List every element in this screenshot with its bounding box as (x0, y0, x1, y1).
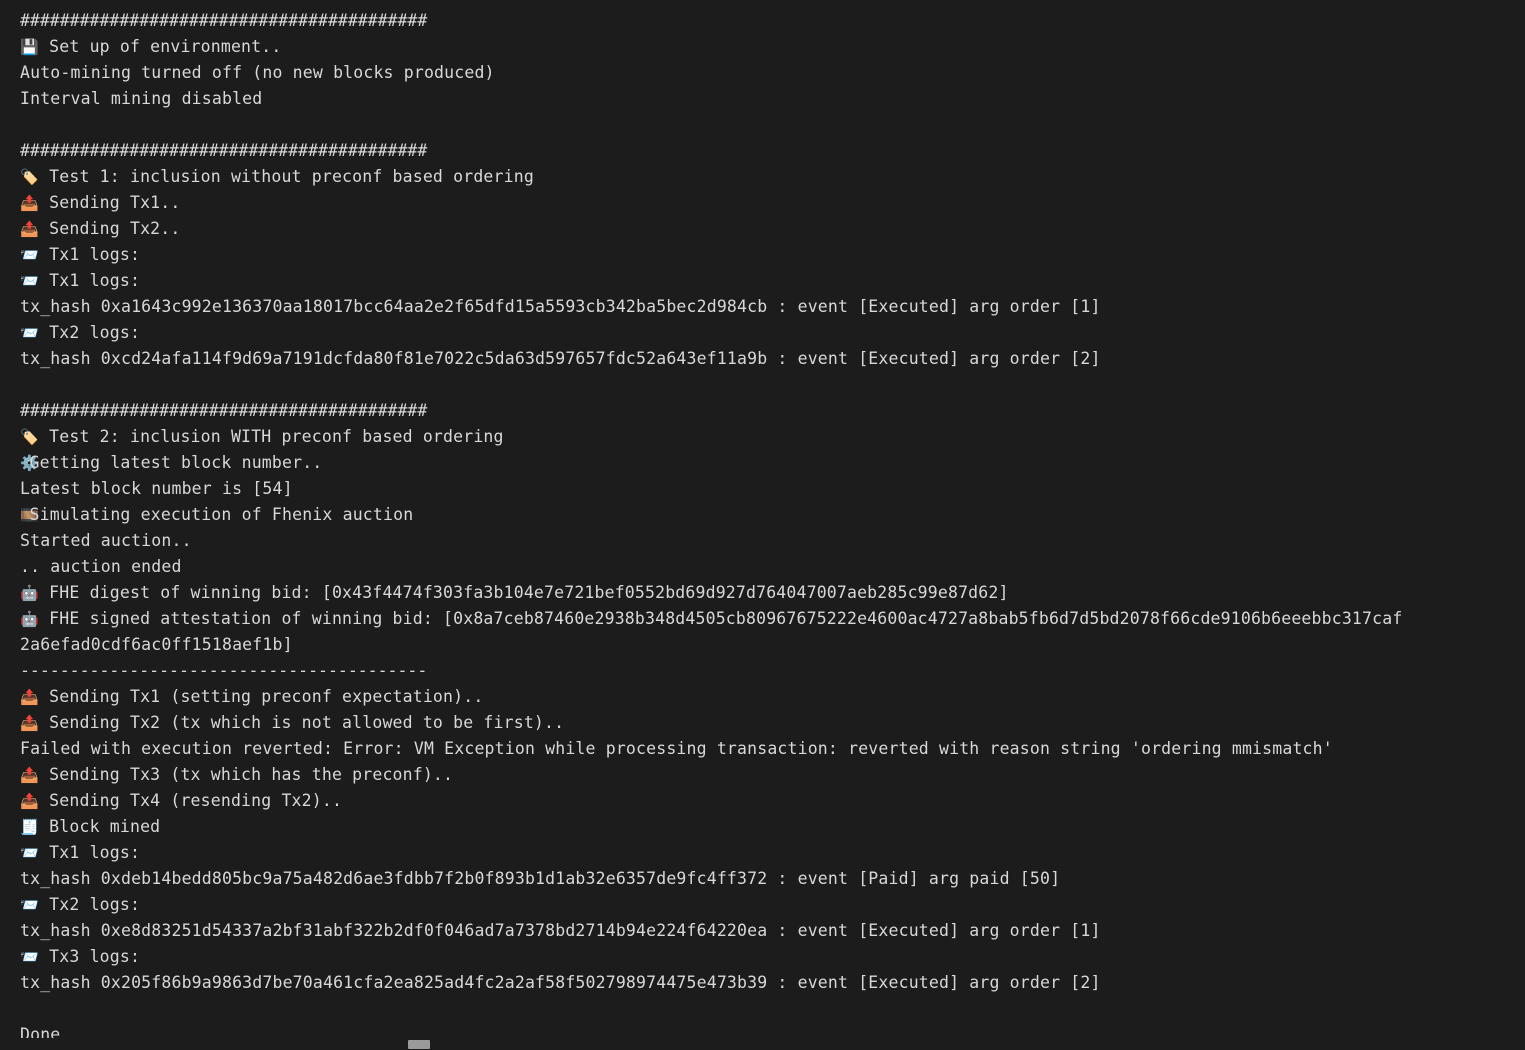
terminal-lines: ########################################… (0, 8, 1525, 1048)
tx-hash-log-line: tx_hash 0xe8d83251d54337a2bf31abf322b2df… (0, 918, 1525, 944)
error-line: Failed with execution reverted: Error: V… (0, 736, 1525, 762)
terminal-line-text: FHE digest of winning bid: [0x43f4474f30… (39, 583, 1009, 602)
terminal-line-text: Tx2 logs: (39, 323, 141, 342)
outbox-tray-icon: 📤 (20, 220, 39, 238)
terminal-line-text: Latest block number is [54] (20, 479, 293, 498)
terminal-line-text: ----------------------------------------… (20, 661, 428, 680)
terminal-line-text: ########################################… (20, 11, 428, 30)
terminal-line-text: ########################################… (20, 141, 428, 160)
terminal-line-text: Sending Tx2.. (39, 219, 181, 238)
section-divider-hashes: ########################################… (0, 398, 1525, 424)
terminal-line: Started auction.. (0, 528, 1525, 554)
terminal-line: ⚙️Getting latest block number.. (0, 450, 1525, 476)
terminal-line-text: .. auction ended (20, 557, 182, 576)
terminal-line: 📤 Sending Tx3 (tx which has the preconf)… (0, 762, 1525, 788)
label-tag-icon: 🏷️ (20, 428, 39, 446)
terminal-line-text: Simulating execution of Fhenix auction (29, 505, 414, 524)
terminal-line: 🏷️ Test 1: inclusion without preconf bas… (0, 164, 1525, 190)
incoming-envelope-icon: 📨 (20, 948, 39, 966)
terminal-line-text: Getting latest block number.. (29, 453, 323, 472)
terminal-line: Latest block number is [54] (0, 476, 1525, 502)
terminal-line-text: 2a6efad0cdf6ac0ff1518aef1b] (20, 635, 293, 654)
terminal-line: .. auction ended (0, 554, 1525, 580)
terminal-line: 📨 Tx2 logs: (0, 320, 1525, 346)
terminal-line-text: Sending Tx2 (tx which is not allowed to … (39, 713, 565, 732)
terminal-line-text: Sending Tx1 (setting preconf expectation… (39, 687, 484, 706)
terminal-line: 🤖 FHE signed attestation of winning bid:… (0, 606, 1525, 632)
terminal-line: 🤖 FHE digest of winning bid: [0x43f4474f… (0, 580, 1525, 606)
terminal-line: 🏷️ Test 2: inclusion WITH preconf based … (0, 424, 1525, 450)
tx-hash-log-line: tx_hash 0x205f86b9a9863d7be70a461cfa2ea8… (0, 970, 1525, 996)
horizontal-scrollbar[interactable] (0, 1038, 1525, 1050)
terminal-output-pane[interactable]: ########################################… (0, 0, 1525, 1050)
incoming-envelope-icon: 📨 (20, 246, 39, 264)
terminal-line: Auto-mining turned off (no new blocks pr… (0, 60, 1525, 86)
robot-icon: 🤖 (20, 584, 39, 602)
section-divider-dashes: ----------------------------------------… (0, 658, 1525, 684)
terminal-line: 📤 Sending Tx1 (setting preconf expectati… (0, 684, 1525, 710)
section-divider-hashes: ########################################… (0, 8, 1525, 34)
terminal-line: 📤 Sending Tx2 (tx which is not allowed t… (0, 710, 1525, 736)
terminal-line-text: ########################################… (20, 401, 428, 420)
receipt-icon: 🧾 (20, 818, 39, 836)
terminal-line-text: Sending Tx1.. (39, 193, 181, 212)
terminal-line: 📨 Tx3 logs: (0, 944, 1525, 970)
terminal-line-text: Failed with execution reverted: Error: V… (20, 739, 1333, 758)
outbox-tray-icon: 📤 (20, 688, 39, 706)
terminal-line: 🎞️Simulating execution of Fhenix auction (0, 502, 1525, 528)
terminal-line-text: Set up of environment.. (39, 37, 282, 56)
incoming-envelope-icon: 📨 (20, 844, 39, 862)
outbox-tray-icon: 📤 (20, 766, 39, 784)
terminal-line-text: FHE signed attestation of winning bid: [… (39, 609, 1403, 628)
incoming-envelope-icon: 📨 (20, 272, 39, 290)
terminal-line-text: Tx1 logs: (39, 843, 141, 862)
terminal-line-text: Interval mining disabled (20, 89, 263, 108)
gear-icon: ⚙️ (20, 454, 39, 472)
terminal-line-text: tx_hash 0xcd24afa114f9d69a7191dcfda80f81… (20, 349, 1101, 368)
terminal-line: 💾 Set up of environment.. (0, 34, 1525, 60)
horizontal-scrollbar-thumb[interactable] (408, 1040, 430, 1049)
outbox-tray-icon: 📤 (20, 194, 39, 212)
terminal-line-text: Tx2 logs: (39, 895, 141, 914)
section-divider-hashes: ########################################… (0, 138, 1525, 164)
terminal-line: 📤 Sending Tx1.. (0, 190, 1525, 216)
terminal-line-text: tx_hash 0xe8d83251d54337a2bf31abf322b2df… (20, 921, 1101, 940)
terminal-line: 📨 Tx2 logs: (0, 892, 1525, 918)
outbox-tray-icon: 📤 (20, 714, 39, 732)
terminal-line-text: Tx1 logs: (39, 271, 141, 290)
film-frames-icon: 🎞️ (20, 506, 39, 524)
tx-hash-log-line: tx_hash 0xcd24afa114f9d69a7191dcfda80f81… (0, 346, 1525, 372)
terminal-line-text: tx_hash 0xa1643c992e136370aa18017bcc64aa… (20, 297, 1101, 316)
terminal-line-text: tx_hash 0xdeb14bedd805bc9a75a482d6ae3fdb… (20, 869, 1061, 888)
terminal-line-text: Tx3 logs: (39, 947, 141, 966)
outbox-tray-icon: 📤 (20, 792, 39, 810)
terminal-line-text: Auto-mining turned off (no new blocks pr… (20, 63, 495, 82)
terminal-line: 🧾 Block mined (0, 814, 1525, 840)
terminal-line-text: Sending Tx3 (tx which has the preconf).. (39, 765, 454, 784)
terminal-line-text: tx_hash 0x205f86b9a9863d7be70a461cfa2ea8… (20, 973, 1101, 992)
terminal-line: 2a6efad0cdf6ac0ff1518aef1b] (0, 632, 1525, 658)
terminal-line: 📨 Tx1 logs: (0, 268, 1525, 294)
terminal-line: 📤 Sending Tx2.. (0, 216, 1525, 242)
terminal-line-text: Started auction.. (20, 531, 192, 550)
floppy-disk-icon: 💾 (20, 38, 39, 56)
terminal-line-text: Tx1 logs: (39, 245, 141, 264)
tx-hash-log-line: tx_hash 0xa1643c992e136370aa18017bcc64aa… (0, 294, 1525, 320)
robot-icon: 🤖 (20, 610, 39, 628)
incoming-envelope-icon: 📨 (20, 324, 39, 342)
terminal-line-text: Test 2: inclusion WITH preconf based ord… (39, 427, 504, 446)
terminal-line: 📨 Tx1 logs: (0, 840, 1525, 866)
terminal-line: 📨 Tx1 logs: (0, 242, 1525, 268)
tx-hash-log-line: tx_hash 0xdeb14bedd805bc9a75a482d6ae3fdb… (0, 866, 1525, 892)
terminal-line: 📤 Sending Tx4 (resending Tx2).. (0, 788, 1525, 814)
terminal-line-text: Sending Tx4 (resending Tx2).. (39, 791, 343, 810)
terminal-line-text: Block mined (39, 817, 161, 836)
label-tag-icon: 🏷️ (20, 168, 39, 186)
terminal-line-text: Test 1: inclusion without preconf based … (39, 167, 534, 186)
terminal-line: Interval mining disabled (0, 86, 1525, 112)
incoming-envelope-icon: 📨 (20, 896, 39, 914)
